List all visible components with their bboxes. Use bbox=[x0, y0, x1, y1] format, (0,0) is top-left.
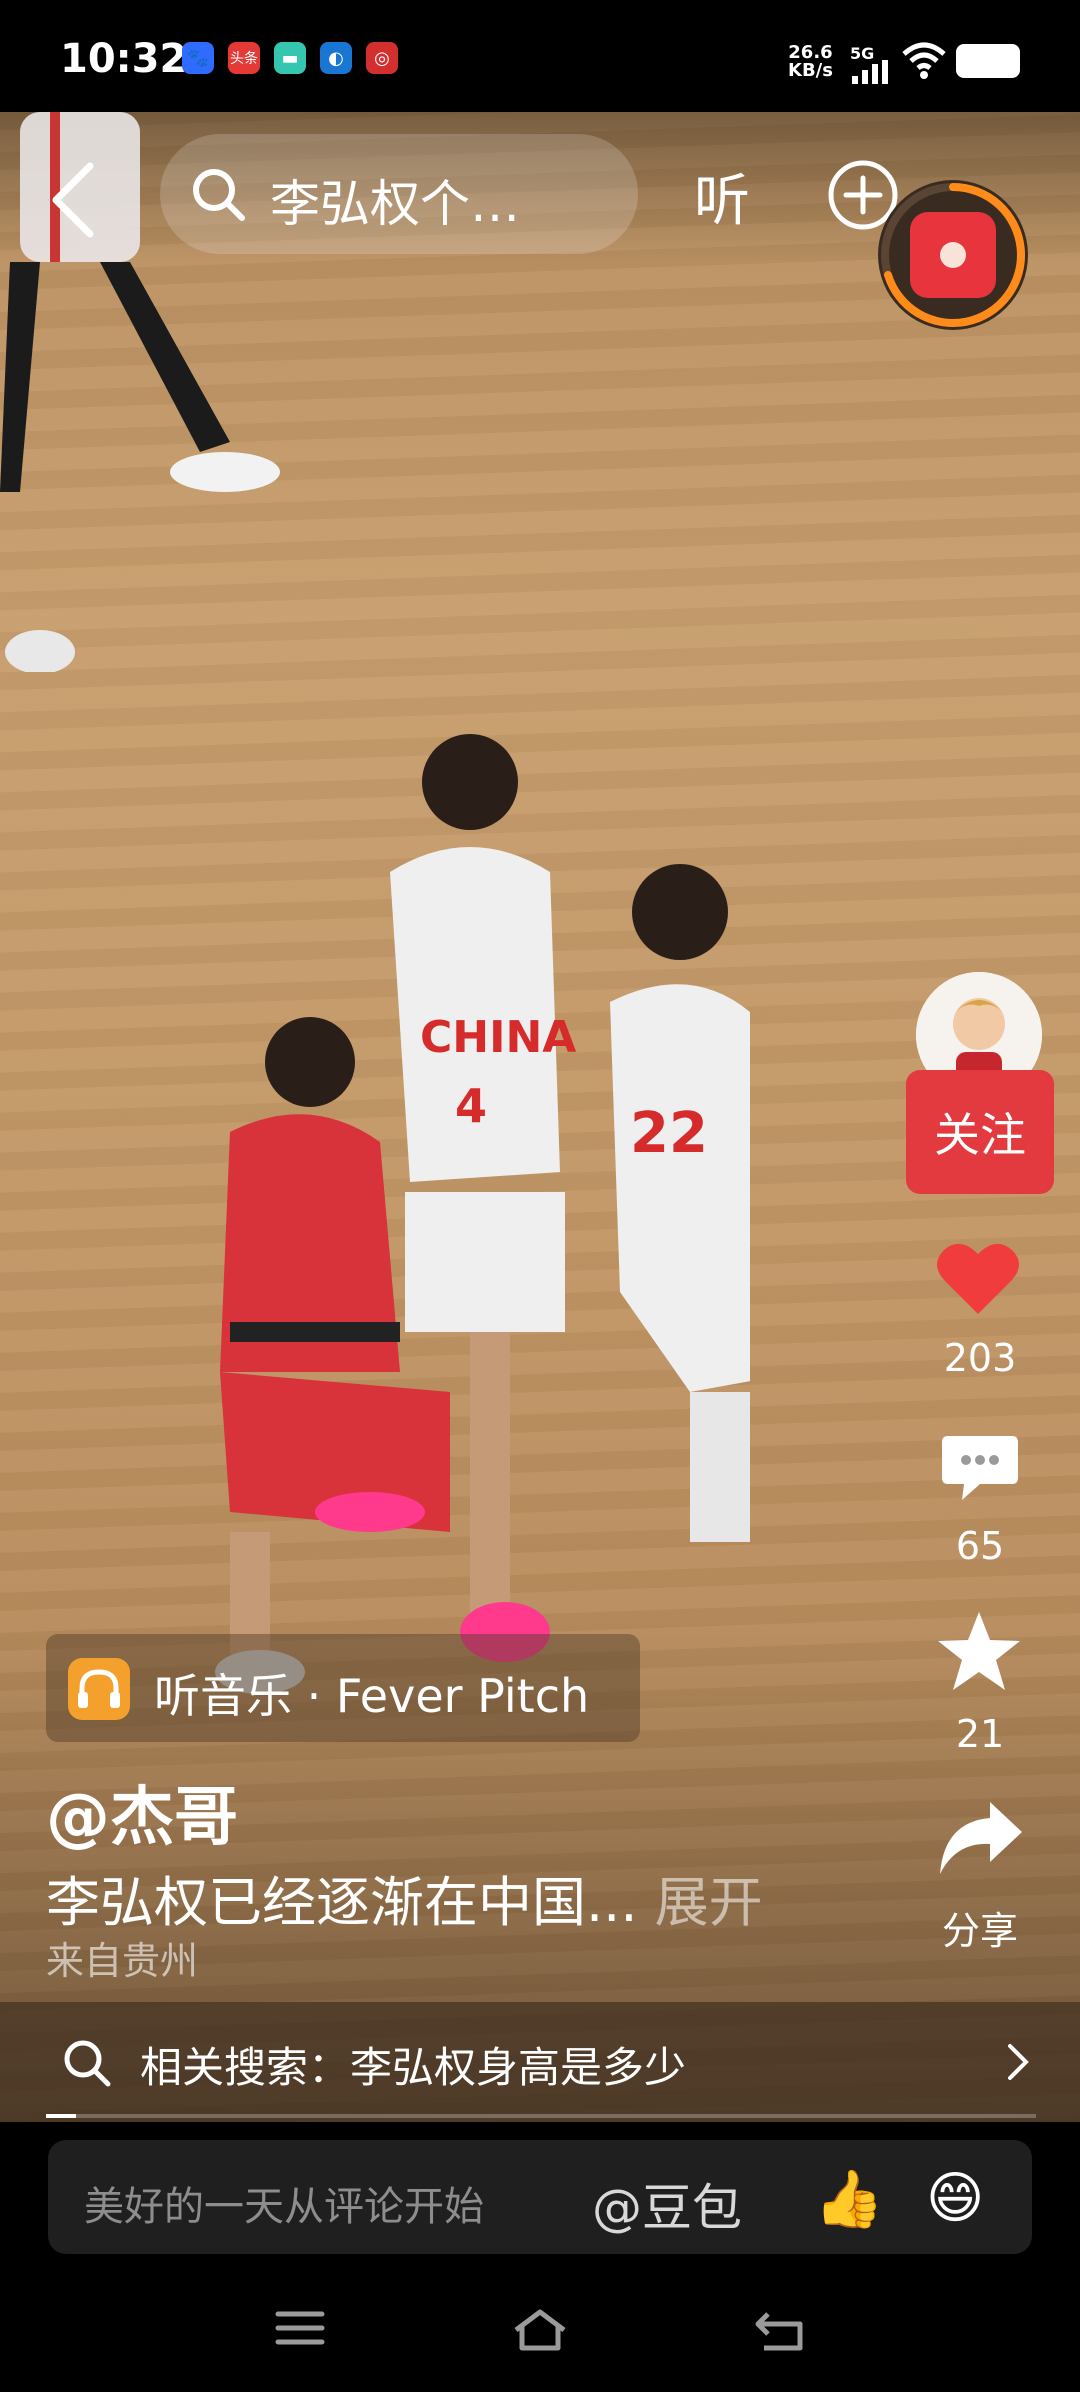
envelope-coin bbox=[940, 242, 966, 268]
status-time: 10:32 bbox=[60, 36, 188, 82]
net-speed: 26.6 KB/s bbox=[788, 44, 833, 80]
search-icon bbox=[193, 169, 245, 221]
mention-doubao-button[interactable]: @豆包 bbox=[592, 2168, 742, 2240]
svg-text:22: 22 bbox=[630, 1101, 708, 1166]
svg-text:4: 4 bbox=[455, 1079, 487, 1133]
players-figure: CHINA 4 22 bbox=[215, 734, 750, 1694]
baidu-paw-icon: 🐾 bbox=[182, 42, 214, 74]
comment-icon[interactable] bbox=[940, 1430, 1020, 1504]
like-count: 203 bbox=[943, 1336, 1017, 1380]
search-bar[interactable]: 李弘权个… bbox=[160, 134, 638, 254]
description-text: 李弘权已经逐渐在中国... bbox=[46, 1871, 638, 1934]
listen-button[interactable]: 听 bbox=[694, 156, 750, 237]
video-progress-fill bbox=[46, 2114, 76, 2118]
music-label: 听音乐 · Fever Pitch bbox=[154, 1669, 590, 1723]
app-red-icon: ◎ bbox=[366, 42, 398, 74]
chevron-right-icon bbox=[1008, 2044, 1029, 2080]
follow-button[interactable]: 关注 bbox=[906, 1070, 1054, 1194]
expand-link[interactable]: 展开 bbox=[655, 1871, 763, 1934]
search-icon bbox=[64, 2040, 111, 2087]
favorite-count: 21 bbox=[955, 1712, 1005, 1756]
comment-input[interactable]: 美好的一天从评论开始 @豆包 👍 😄 bbox=[48, 2140, 1032, 2254]
system-navigation-bar bbox=[0, 2262, 1080, 2392]
signal-icon bbox=[852, 60, 888, 84]
net-speed-unit: KB/s bbox=[788, 60, 833, 81]
video-description[interactable]: 李弘权已经逐渐在中国... 展开 bbox=[46, 1858, 763, 1937]
thumbs-up-emoji-button[interactable]: 👍 bbox=[814, 2166, 884, 2232]
comment-count: 65 bbox=[955, 1524, 1005, 1568]
heart-like-icon[interactable] bbox=[936, 1238, 1020, 1316]
message-app-icon: ▬ bbox=[274, 42, 306, 74]
back-icon[interactable] bbox=[754, 2308, 808, 2352]
music-tag[interactable]: 听音乐 · Fever Pitch bbox=[46, 1634, 640, 1742]
home-icon[interactable] bbox=[510, 2308, 570, 2352]
battery-icon bbox=[956, 44, 1020, 78]
related-search-text: 相关搜索：李弘权身高是多少 bbox=[140, 2043, 687, 2092]
share-arrow-icon[interactable] bbox=[936, 1798, 1024, 1878]
headphones-icon bbox=[68, 1658, 130, 1720]
star-favorite-icon[interactable] bbox=[936, 1610, 1022, 1692]
status-bar: 10:32 🐾 头条 ▬ ◐ ◎ 26.6 KB/s 5G bbox=[0, 0, 1080, 112]
related-search-bar[interactable]: 相关搜索：李弘权身高是多少 bbox=[0, 2002, 1080, 2122]
back-arrow-icon[interactable] bbox=[44, 160, 104, 240]
toutiao-icon: 头条 bbox=[228, 42, 260, 74]
svg-text:CHINA: CHINA bbox=[420, 1012, 576, 1063]
comment-placeholder: 美好的一天从评论开始 bbox=[84, 2184, 484, 2230]
red-envelope-icon bbox=[910, 212, 996, 298]
location-label: 来自贵州 bbox=[46, 1939, 199, 1983]
menu-icon[interactable] bbox=[274, 2308, 326, 2348]
video-progress-bar[interactable] bbox=[46, 2114, 1036, 2118]
search-query: 李弘权个… bbox=[270, 175, 520, 233]
browser-icon: ◐ bbox=[320, 42, 352, 74]
laughing-emoji-button[interactable]: 😄 bbox=[926, 2166, 984, 2231]
author-name[interactable]: @杰哥 bbox=[46, 1766, 238, 1858]
share-label: 分享 bbox=[941, 1909, 1018, 1953]
red-packet-reward-button[interactable] bbox=[878, 180, 1028, 330]
wifi-icon bbox=[902, 42, 946, 79]
